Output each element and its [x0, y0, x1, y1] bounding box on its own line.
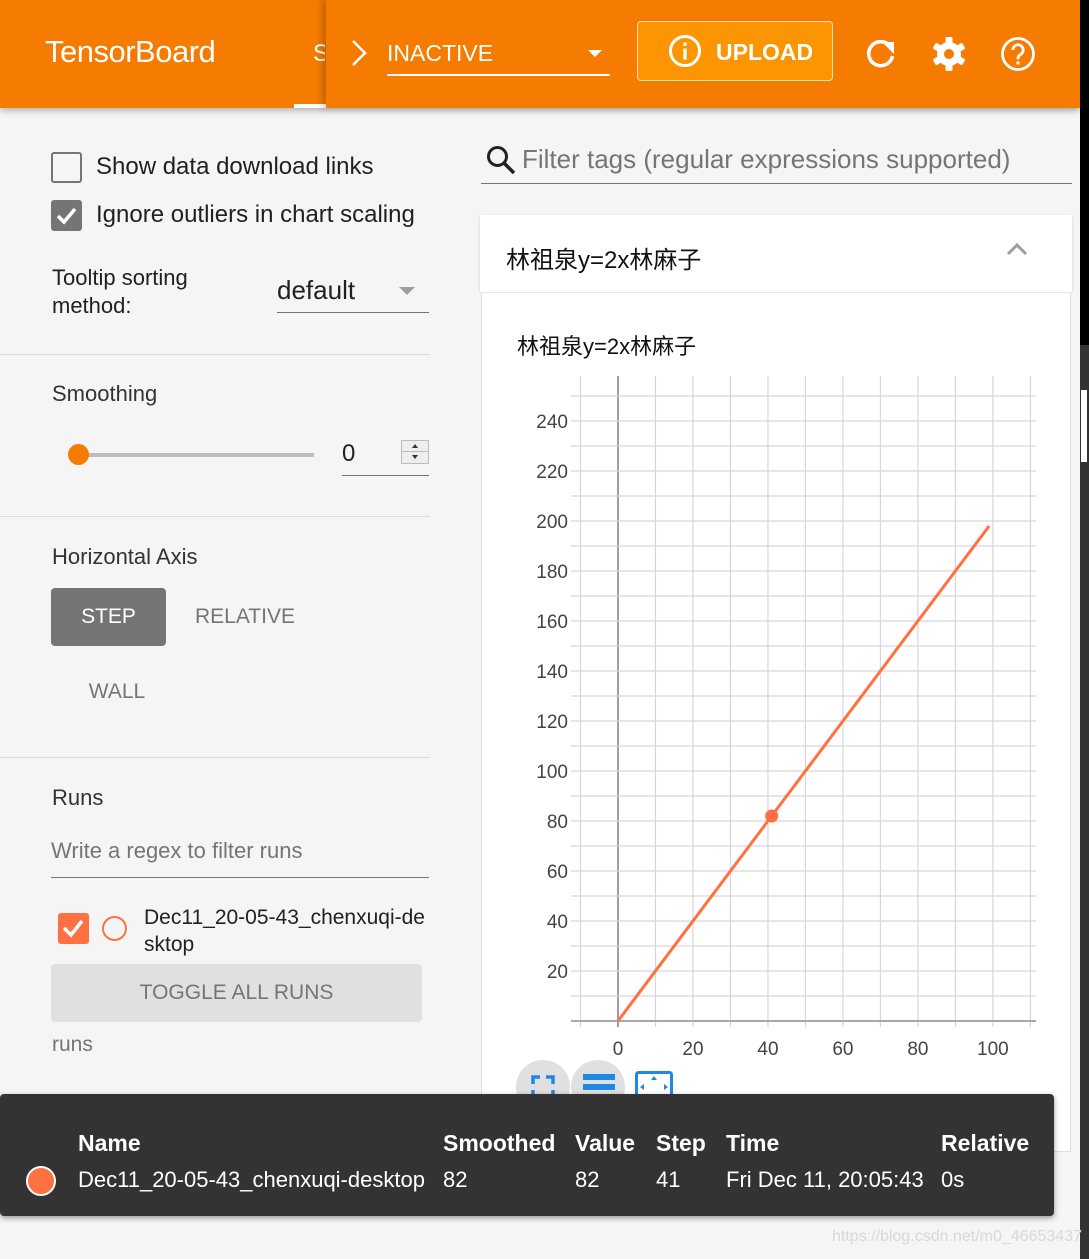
- run-item: Dec11_20-05-43_chenxuqi-desktop: [58, 904, 430, 956]
- tensorboard-app: TensorBoard S INACTIVE UPLOAD Show data …: [0, 0, 1089, 1259]
- y-tick-label: 140: [536, 662, 568, 683]
- y-tick-label: 20: [547, 962, 568, 983]
- tooltip-time: Fri Dec 11, 20:05:43: [726, 1167, 924, 1192]
- chevron-right-icon[interactable]: [348, 38, 370, 68]
- series-line: [616, 525, 991, 1022]
- horizontal-axis-title: Horizontal Axis: [52, 544, 198, 569]
- line-chart[interactable]: 20 40 60 80 100 120 140 160 180 200 220 240 0 20 40 60 8…: [482, 293, 1072, 1063]
- help-icon[interactable]: [1000, 36, 1036, 72]
- tooltip-sorting-label: Tooltip sorting method:: [52, 264, 188, 320]
- chart-tooltip: Name Smoothed Value Step Time Relative D…: [0, 1094, 1054, 1216]
- search-icon: [487, 146, 516, 175]
- tag-filter: [481, 136, 1072, 184]
- section-divider: [0, 516, 430, 517]
- scrollbar-thumb[interactable]: [1081, 390, 1087, 462]
- tooltip-header-name: Name: [78, 1130, 141, 1156]
- runs-caption: runs: [52, 1033, 93, 1056]
- chevron-up-icon[interactable]: [1005, 239, 1029, 259]
- refresh-icon[interactable]: [863, 36, 899, 72]
- tooltip-relative: 0s: [941, 1167, 965, 1192]
- tag-filter-input[interactable]: [522, 144, 1067, 175]
- dropdown-caret-icon: [588, 50, 602, 57]
- y-tick-label: 100: [536, 762, 568, 783]
- y-tick-label: 60: [547, 862, 568, 883]
- tooltip-header-value: Value: [575, 1130, 636, 1156]
- category-title: 林祖泉y=2x林麻子: [506, 247, 702, 274]
- x-tick-label: 40: [757, 1039, 778, 1060]
- window-edge: [1080, 0, 1089, 345]
- runs-filter: [51, 832, 429, 878]
- smoothing-slider-track[interactable]: [78, 453, 314, 457]
- ignore-outliers-label: Ignore outliers in chart scaling: [96, 201, 415, 228]
- x-tick-label: 0: [613, 1039, 624, 1060]
- y-tick-label: 220: [536, 462, 568, 483]
- active-tab-indicator: [294, 104, 326, 108]
- runs-title: Runs: [52, 785, 104, 810]
- x-tick-label: 80: [907, 1039, 928, 1060]
- window-edge-lower: [1080, 345, 1089, 1259]
- y-tick-label: 80: [547, 812, 568, 833]
- brand-title: TensorBoard: [45, 34, 216, 69]
- show-download-links-checkbox[interactable]: Show data download links: [51, 151, 430, 183]
- upload-label: UPLOAD: [716, 39, 814, 65]
- sidebar: Show data download links Ignore outliers…: [0, 108, 430, 1108]
- checkbox-unchecked-icon[interactable]: [51, 151, 82, 183]
- y-tick-label: 240: [536, 412, 568, 433]
- smoothing-value: 0: [342, 440, 356, 467]
- tab-scalars[interactable]: S: [313, 40, 325, 68]
- tooltip-smoothed-value: 82: [443, 1167, 468, 1192]
- scalar-chart-card: 林祖泉y=2x林麻子 20 40 60 80 100 120 140 160 180 200 220…: [481, 292, 1071, 1152]
- hover-point-marker: [765, 809, 779, 823]
- inactive-select-value: INACTIVE: [387, 40, 494, 66]
- toggle-all-runs-button[interactable]: TOGGLE ALL RUNS: [51, 964, 422, 1022]
- x-tick-label: 20: [682, 1039, 703, 1060]
- runs-filter-input[interactable]: [51, 838, 429, 864]
- run-checkbox[interactable]: [58, 913, 89, 944]
- smoothing-spinner[interactable]: [401, 440, 429, 464]
- run-name: Dec11_20-05-43_chenxuqi-desktop: [144, 906, 425, 956]
- watermark: https://blog.csdn.net/m0_46653437: [832, 1228, 1082, 1245]
- upload-button[interactable]: UPLOAD: [637, 21, 833, 81]
- tooltip-header-step: Step: [656, 1130, 706, 1156]
- info-icon: [669, 35, 701, 67]
- y-tick-label: 200: [536, 512, 568, 533]
- tooltip-run-name: Dec11_20-05-43_chenxuqi-desktop: [78, 1167, 425, 1192]
- ignore-outliers-checkbox[interactable]: Ignore outliers in chart scaling: [51, 199, 430, 231]
- spinner-down-icon[interactable]: [402, 452, 428, 463]
- axis-relative-button[interactable]: RELATIVE: [180, 588, 310, 646]
- run-color-radio[interactable]: [102, 916, 127, 941]
- y-tick-label: 40: [547, 912, 568, 933]
- tooltip-header-smoothed: Smoothed: [443, 1130, 556, 1156]
- tooltip-sorting-label-line1: Tooltip sorting: [52, 265, 188, 290]
- x-tick-label: 60: [832, 1039, 853, 1060]
- section-divider: [0, 354, 430, 355]
- tooltip-sorting-select[interactable]: default: [277, 271, 429, 313]
- dropdown-caret-icon: [399, 287, 415, 295]
- tooltip-header-relative: Relative: [941, 1130, 1030, 1156]
- tooltip-value: 82: [575, 1167, 600, 1192]
- tooltip-sorting-label-line2: method:: [52, 293, 132, 318]
- inactive-dashboards-select[interactable]: INACTIVE: [387, 34, 610, 76]
- tooltip-step: 41: [656, 1167, 681, 1192]
- settings-gear-icon[interactable]: [931, 36, 967, 72]
- smoothing-title: Smoothing: [52, 381, 158, 406]
- run-color-swatch: [26, 1166, 56, 1196]
- y-tick-label: 120: [536, 712, 568, 733]
- x-tick-label: 100: [977, 1039, 1009, 1060]
- show-download-links-label: Show data download links: [96, 153, 374, 180]
- spinner-up-icon[interactable]: [402, 441, 428, 452]
- y-tick-label: 180: [536, 562, 568, 583]
- tooltip-header-time: Time: [726, 1130, 780, 1156]
- axis-wall-button[interactable]: WALL: [72, 663, 162, 721]
- section-divider: [0, 757, 430, 758]
- dashboard-selector-panel: INACTIVE UPLOAD: [326, 0, 1080, 108]
- category-header[interactable]: 林祖泉y=2x林麻子: [480, 215, 1072, 292]
- y-tick-label: 160: [536, 612, 568, 633]
- axis-step-button[interactable]: STEP: [51, 588, 166, 646]
- checkbox-checked-icon[interactable]: [51, 199, 82, 231]
- top-app-bar: TensorBoard S INACTIVE UPLOAD: [0, 0, 1080, 108]
- smoothing-slider-thumb[interactable]: [68, 444, 89, 465]
- tooltip-sorting-value: default: [277, 275, 356, 305]
